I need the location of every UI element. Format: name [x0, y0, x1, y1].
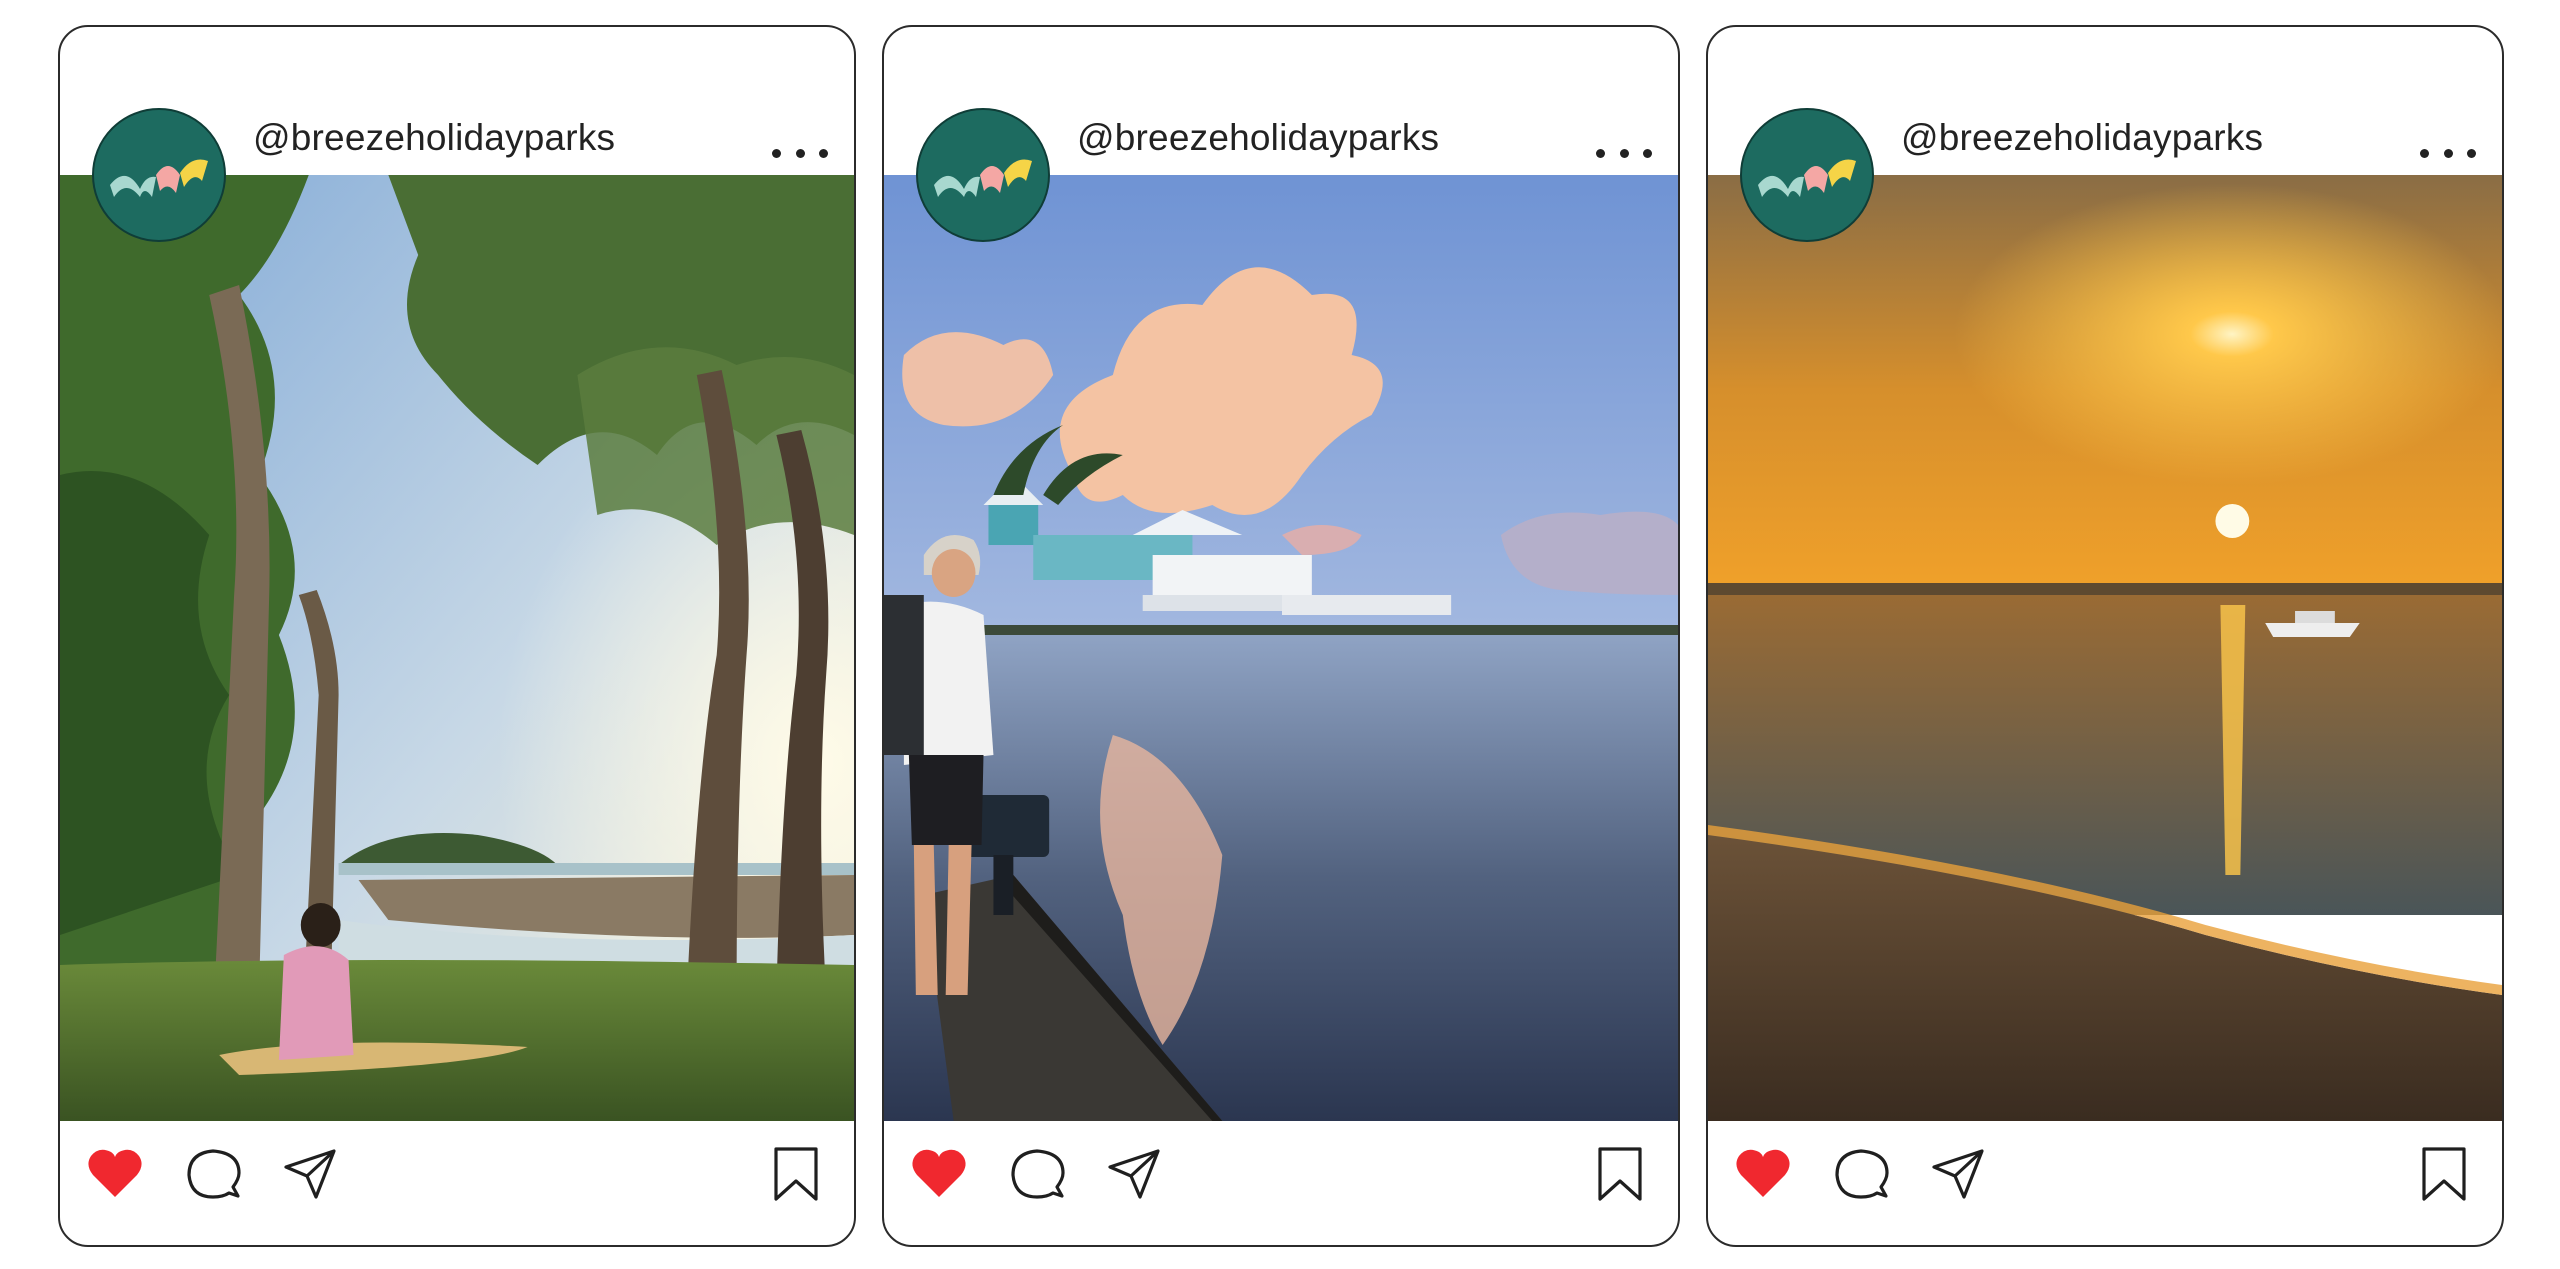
save-button[interactable] — [1590, 1143, 1650, 1203]
post-username[interactable]: @breezeholidayparks — [1077, 117, 1439, 159]
like-button[interactable] — [1733, 1143, 1793, 1203]
save-button[interactable] — [2414, 1143, 2474, 1203]
post-actions — [884, 1121, 1678, 1245]
profile-avatar[interactable] — [1740, 108, 1874, 242]
park-trees-photo — [60, 175, 854, 1121]
like-button[interactable] — [909, 1143, 969, 1203]
comment-bubble-icon — [1835, 1149, 1889, 1199]
post-photo[interactable] — [1708, 175, 2502, 1121]
brand-logo-icon — [1758, 159, 1856, 197]
post-photo[interactable] — [60, 175, 854, 1121]
more-dot — [2443, 148, 2453, 158]
paper-plane-icon — [1932, 1149, 1984, 1199]
profile-avatar[interactable] — [92, 108, 226, 242]
post-photo[interactable] — [884, 175, 1678, 1121]
more-options-button[interactable] — [2420, 139, 2476, 167]
post-card: @breezeholidayparks — [58, 25, 856, 1247]
beach-sunset-photo — [1708, 175, 2502, 1121]
more-dot — [2467, 148, 2476, 158]
save-button[interactable] — [766, 1143, 826, 1203]
bookmark-icon — [1598, 1147, 1642, 1201]
comment-button[interactable] — [1007, 1143, 1067, 1203]
marina-fishing-photo — [884, 175, 1678, 1121]
comment-bubble-icon — [187, 1149, 241, 1199]
post-actions — [1708, 1121, 2502, 1245]
comment-button[interactable] — [1831, 1143, 1891, 1203]
more-dot — [1596, 148, 1605, 158]
post-card: @breezeholidayparks — [1706, 25, 2504, 1247]
share-button[interactable] — [1928, 1143, 1988, 1203]
share-button[interactable] — [280, 1143, 340, 1203]
heart-icon — [912, 1149, 966, 1197]
more-options-button[interactable] — [772, 139, 828, 167]
paper-plane-icon — [284, 1149, 336, 1199]
like-button[interactable] — [85, 1143, 145, 1203]
brand-logo-icon — [934, 159, 1032, 197]
brand-logo-icon — [110, 159, 208, 197]
heart-icon — [88, 1149, 142, 1197]
more-options-button[interactable] — [1596, 139, 1652, 167]
more-dot — [819, 148, 828, 158]
bookmark-icon — [2422, 1147, 2466, 1201]
comment-button[interactable] — [183, 1143, 243, 1203]
post-card: @breezeholidayparks — [882, 25, 1680, 1247]
post-actions — [60, 1121, 854, 1245]
profile-avatar[interactable] — [916, 108, 1050, 242]
heart-icon — [1736, 1149, 1790, 1197]
comment-bubble-icon — [1011, 1149, 1065, 1199]
share-button[interactable] — [1104, 1143, 1164, 1203]
more-dot — [1619, 148, 1629, 158]
more-dot — [795, 148, 805, 158]
more-dot — [1643, 148, 1652, 158]
bookmark-icon — [774, 1147, 818, 1201]
paper-plane-icon — [1108, 1149, 1160, 1199]
more-dot — [772, 148, 781, 158]
more-dot — [2420, 148, 2429, 158]
post-username[interactable]: @breezeholidayparks — [1901, 117, 2263, 159]
post-username[interactable]: @breezeholidayparks — [253, 117, 615, 159]
